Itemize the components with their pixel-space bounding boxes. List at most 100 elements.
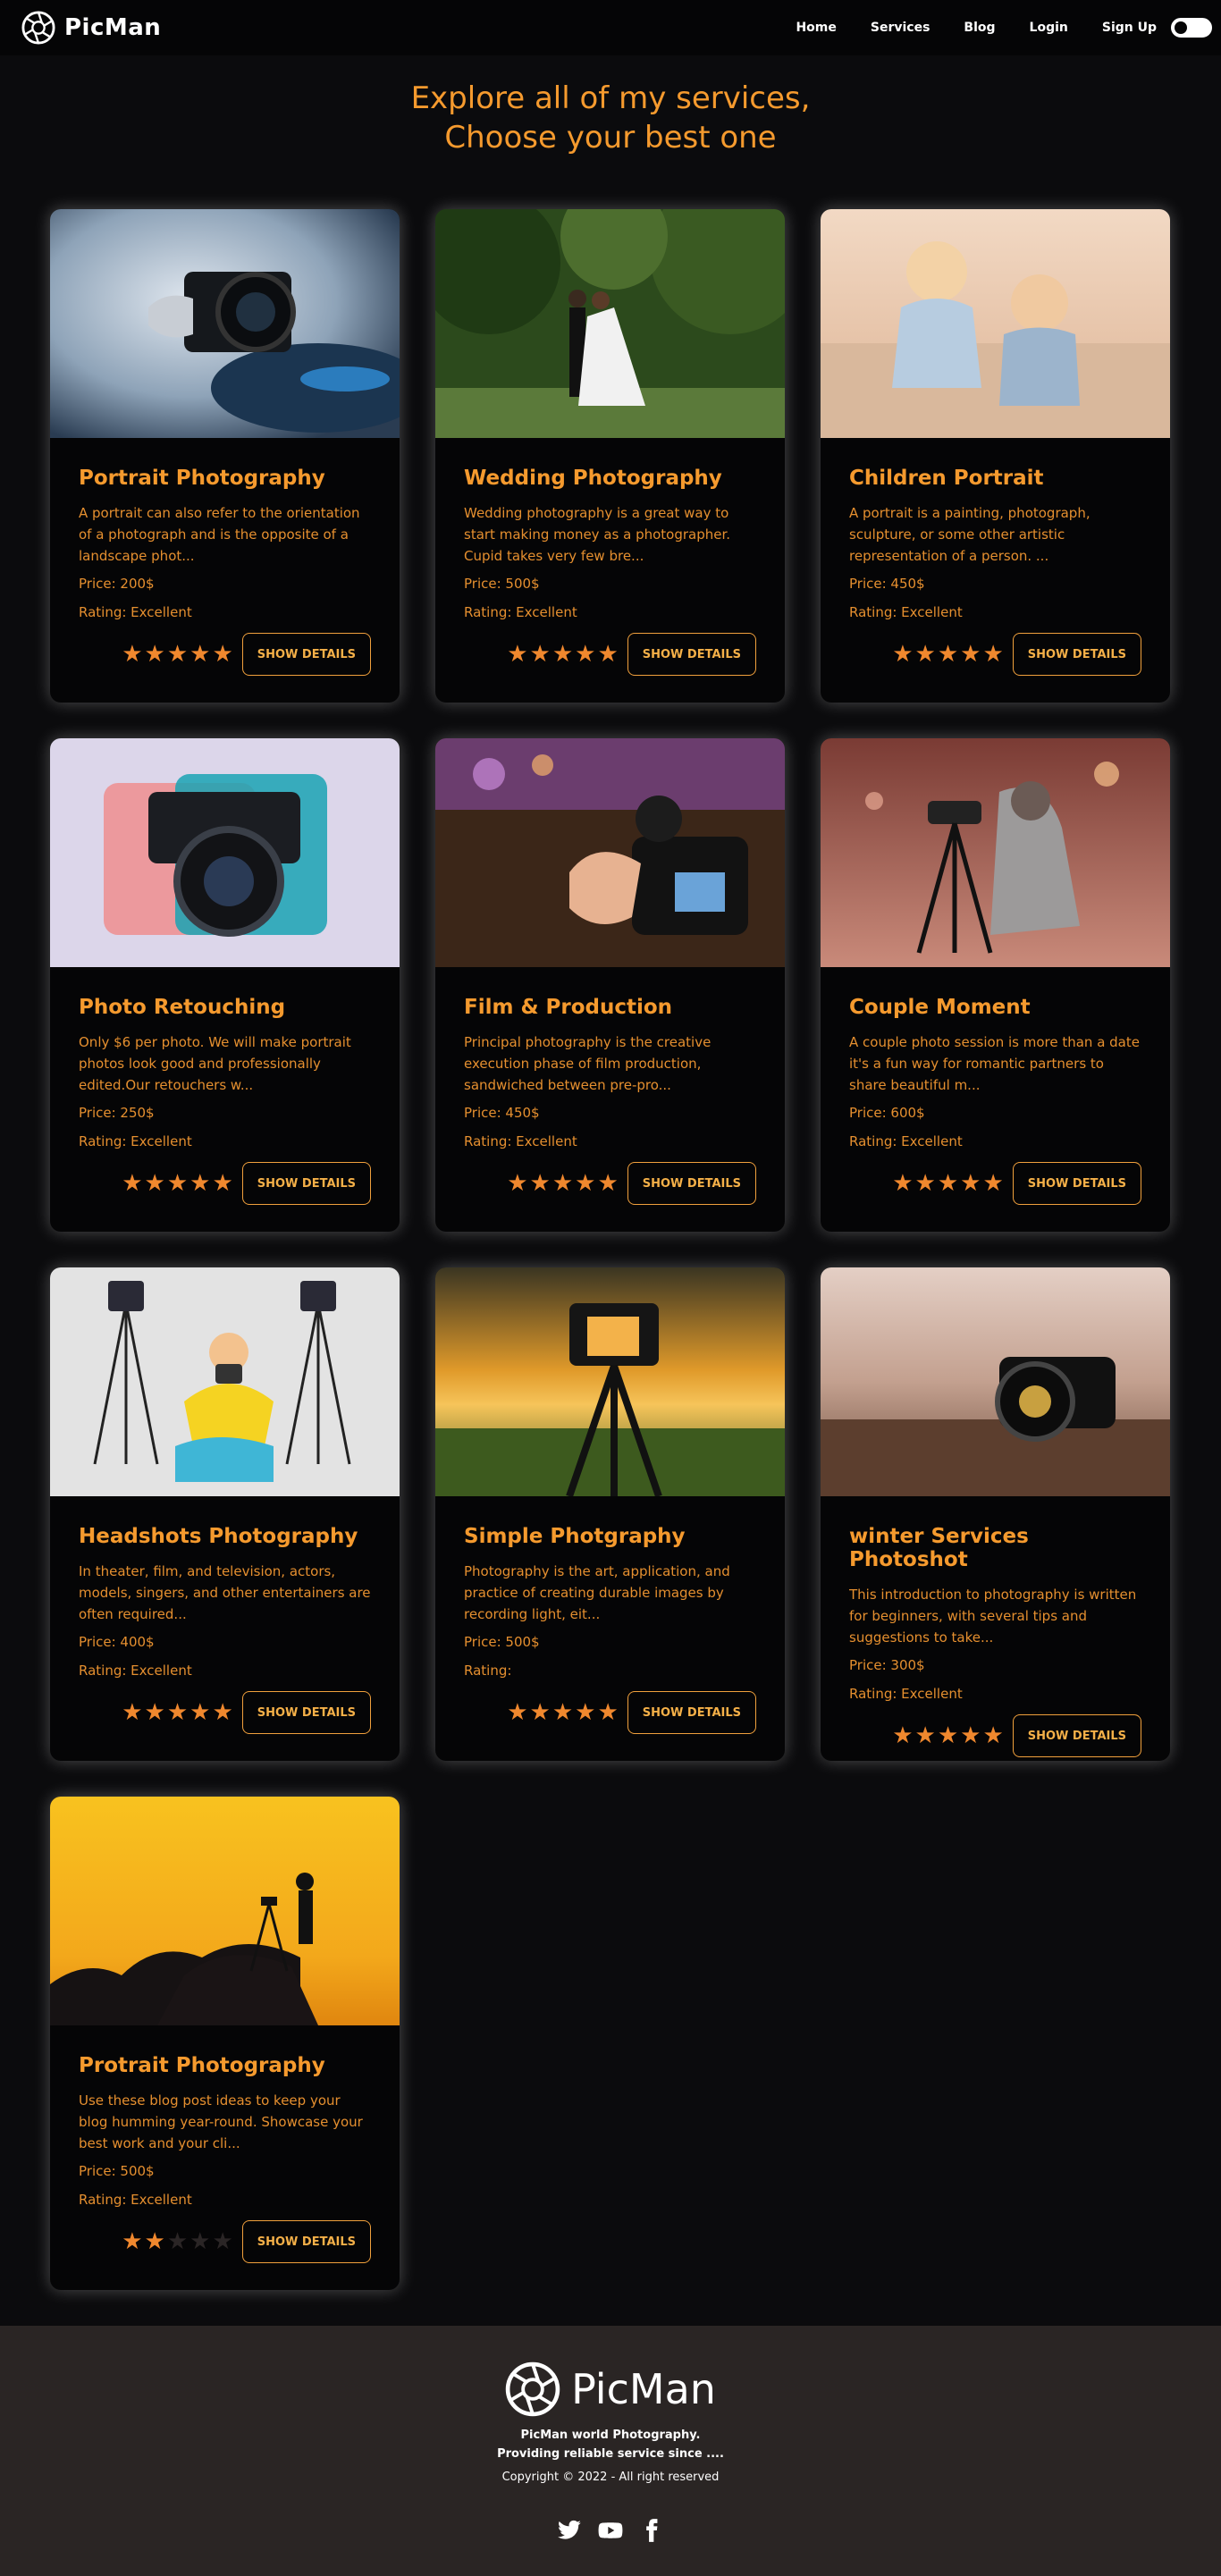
twitter-icon[interactable] (557, 2518, 582, 2543)
theme-toggle[interactable] (1171, 18, 1212, 38)
facebook-icon[interactable] (639, 2518, 664, 2543)
star-icon: ★ (122, 1699, 143, 1726)
card-rating: Rating: Excellent (79, 604, 192, 620)
star-icon: ★ (937, 641, 959, 668)
service-card: Protrait Photography Use these blog post… (50, 1797, 400, 2290)
star-icon: ★ (597, 1170, 619, 1197)
card-price: Price: 600$ (849, 1105, 925, 1121)
show-details-button[interactable]: SHOW DETAILS (1012, 1714, 1141, 1757)
nav-home-link[interactable]: Home (796, 21, 836, 35)
card-description: A portrait is a painting, photograph, sc… (849, 505, 1090, 564)
card-description: This introduction to photography is writ… (849, 1587, 1137, 1646)
star-icon: ★ (892, 641, 914, 668)
show-details-button[interactable]: SHOW DETAILS (627, 1691, 756, 1734)
star-icon: ★ (982, 641, 1004, 668)
star-icon: ★ (960, 641, 981, 668)
show-details-button[interactable]: SHOW DETAILS (627, 633, 756, 676)
star-icon: ★ (189, 641, 211, 668)
card-image (821, 738, 1170, 967)
brand[interactable]: PicMan (21, 11, 161, 45)
card-body: Wedding Photography Wedding photography … (435, 438, 785, 676)
service-card: Portrait Photography A portrait can also… (50, 209, 400, 703)
nav-signup-link[interactable]: Sign Up (1102, 21, 1157, 35)
service-card: Film & Production Principal photography … (435, 738, 785, 1232)
rating-stars: ★ ★ ★ ★ ★ (507, 643, 619, 666)
show-details-button[interactable]: SHOW DETAILS (1012, 633, 1141, 676)
footer-brand: PicMan (505, 2361, 716, 2417)
card-description: Wedding photography is a great way to st… (464, 505, 731, 564)
card-price: Price: 500$ (464, 576, 540, 592)
star-icon: ★ (189, 2228, 211, 2255)
card-price: Price: 250$ (79, 1105, 155, 1121)
card-body: Protrait Photography Use these blog post… (50, 2025, 400, 2263)
star-icon: ★ (122, 1170, 143, 1197)
card-description: A couple photo session is more than a da… (849, 1034, 1140, 1093)
star-icon: ★ (507, 1170, 528, 1197)
youtube-icon[interactable] (598, 2518, 623, 2543)
card-image (50, 738, 400, 967)
rating-stars: ★ ★ ★ ★ ★ (892, 1172, 1004, 1195)
service-card: Wedding Photography Wedding photography … (435, 209, 785, 703)
card-rating: Rating: Excellent (849, 1133, 963, 1149)
show-details-button[interactable]: SHOW DETAILS (1012, 1162, 1141, 1205)
star-icon: ★ (166, 1170, 189, 1197)
star-icon: ★ (144, 641, 165, 668)
star-icon: ★ (122, 2228, 143, 2255)
show-details-button[interactable]: SHOW DETAILS (241, 633, 371, 676)
heading-line-2: Choose your best one (444, 120, 777, 156)
star-icon: ★ (507, 641, 528, 668)
star-icon: ★ (166, 2228, 189, 2255)
card-image (50, 1797, 400, 2025)
service-card: Couple Moment A couple photo session is … (821, 738, 1170, 1232)
card-rating: Rating: Excellent (79, 2192, 192, 2208)
card-description: Only $6 per photo. We will make portrait… (79, 1034, 351, 1093)
services-grid: Portrait Photography A portrait can also… (50, 209, 1171, 2290)
star-icon: ★ (529, 1699, 551, 1726)
card-footer: ★ ★ ★ ★ ★ SHOW DETAILS (849, 1714, 1141, 1757)
card-rating: Rating: Excellent (79, 1133, 192, 1149)
card-title: Portrait Photography (79, 467, 325, 490)
card-title: Children Portrait (849, 467, 1044, 490)
star-icon: ★ (529, 1170, 551, 1197)
star-icon: ★ (189, 1170, 211, 1197)
card-price: Price: 200$ (79, 576, 155, 592)
star-icon: ★ (552, 1699, 574, 1726)
card-body: Portrait Photography A portrait can also… (50, 438, 400, 676)
card-footer: ★ ★ ★ ★ ★ SHOW DETAILS (79, 2220, 371, 2263)
star-icon: ★ (575, 1170, 596, 1197)
star-icon: ★ (937, 1170, 959, 1197)
footer: PicMan PicMan world Photography. Providi… (0, 2326, 1221, 2576)
card-body: Film & Production Principal photography … (435, 967, 785, 1205)
card-description: Principal photography is the creative ex… (464, 1034, 712, 1093)
card-footer: ★ ★ ★ ★ ★ SHOW DETAILS (464, 633, 756, 676)
card-footer: ★ ★ ★ ★ ★ SHOW DETAILS (464, 1162, 756, 1205)
star-icon: ★ (575, 1699, 596, 1726)
card-rating: Rating: (464, 1663, 512, 1679)
card-image (435, 738, 785, 967)
card-body: Couple Moment A couple photo session is … (821, 967, 1170, 1205)
aperture-logo-icon (505, 2361, 560, 2417)
star-icon: ★ (937, 1722, 959, 1749)
heading-line-1: Explore all of my services, (410, 80, 811, 116)
nav-services-link[interactable]: Services (871, 21, 930, 35)
card-image (435, 209, 785, 438)
show-details-button[interactable]: SHOW DETAILS (627, 1162, 756, 1205)
star-icon: ★ (982, 1722, 1004, 1749)
nav-blog-link[interactable]: Blog (964, 21, 995, 35)
star-icon: ★ (914, 641, 936, 668)
show-details-button[interactable]: SHOW DETAILS (241, 2220, 371, 2263)
show-details-button[interactable]: SHOW DETAILS (241, 1162, 371, 1205)
show-details-button[interactable]: SHOW DETAILS (241, 1691, 371, 1734)
card-rating: Rating: Excellent (849, 604, 963, 620)
card-footer: ★ ★ ★ ★ ★ SHOW DETAILS (464, 1691, 756, 1734)
card-image (821, 209, 1170, 438)
star-icon: ★ (212, 641, 233, 668)
card-footer: ★ ★ ★ ★ ★ SHOW DETAILS (849, 1162, 1141, 1205)
star-icon: ★ (597, 1699, 619, 1726)
card-footer: ★ ★ ★ ★ ★ SHOW DETAILS (849, 633, 1141, 676)
card-title: Headshots Photography (79, 1525, 358, 1548)
card-price: Price: 500$ (464, 1634, 540, 1650)
card-title: Simple Photgraphy (464, 1525, 686, 1548)
card-body: Children Portrait A portrait is a painti… (821, 438, 1170, 676)
nav-login-link[interactable]: Login (1030, 21, 1068, 35)
